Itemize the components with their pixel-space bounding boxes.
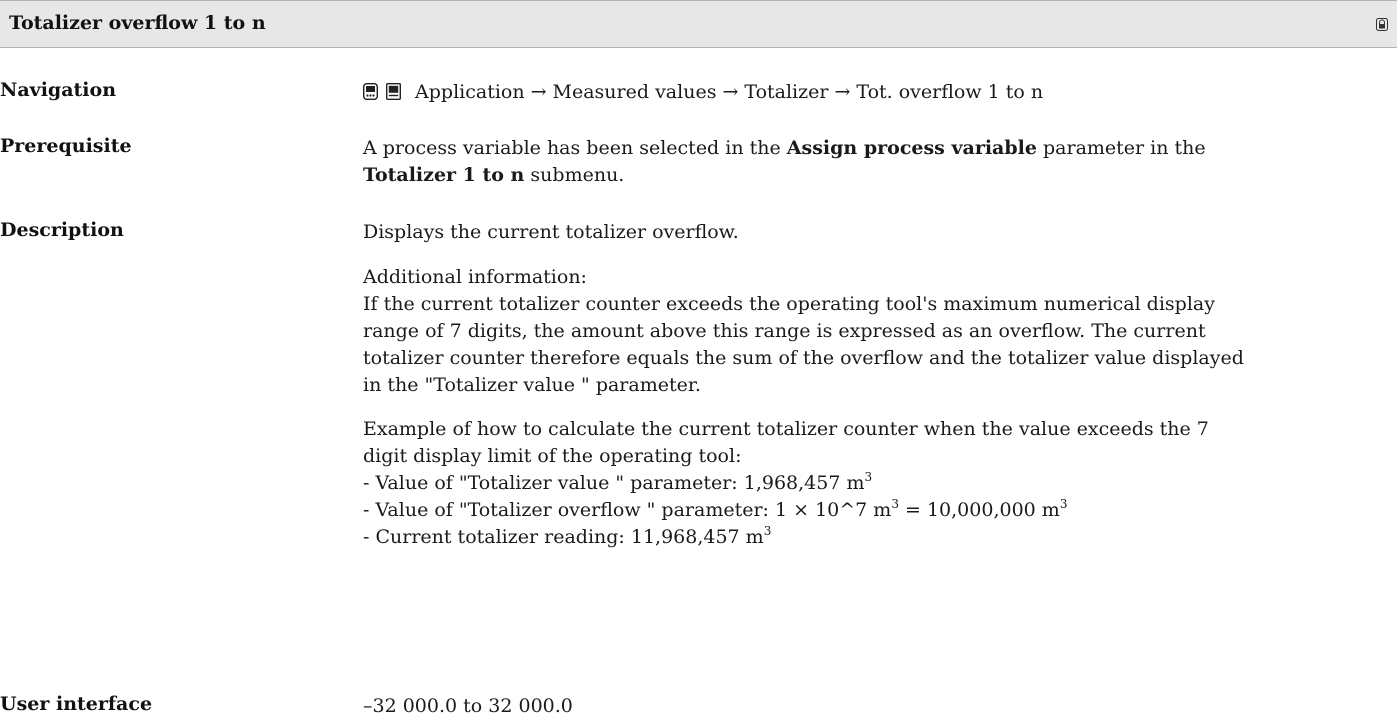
submenu-name: Totalizer 1 to n [363, 164, 525, 186]
superscript: 3 [763, 524, 772, 538]
nav-arrow: → [530, 81, 547, 103]
navigation-path: Application → Measured values → Totalizer → To… [363, 79, 1043, 108]
additional-line: totalizer counter therefore equals the s… [363, 347, 1244, 369]
lock-icon [1376, 18, 1388, 31]
superscript: 3 [1059, 497, 1068, 511]
parameter-name: Assign process variable [786, 137, 1037, 159]
example-item-text: - Current totalizer reading: 11,968,457 … [363, 526, 764, 548]
user-interface-value: –32 000.0 to 32 000.0 [363, 695, 573, 717]
navigation-icons [363, 81, 403, 108]
example-block: Example of how to calculate the current … [363, 416, 1209, 551]
nav-arrow: → [834, 81, 851, 103]
nav-step-1: Application [415, 81, 525, 103]
nav-step-3: Totalizer [744, 81, 829, 103]
example-item-text: - Value of "Totalizer overflow " paramet… [363, 499, 892, 521]
nav-arrow: → [722, 81, 739, 103]
nav-step-4: Tot. overflow 1 to n [856, 81, 1044, 103]
display-icon [363, 83, 378, 100]
user-interface-label: User interface [0, 693, 153, 715]
prerequisite-text: A process variable has been selected in … [363, 135, 1373, 189]
navigation-label: Navigation [0, 79, 117, 101]
additional-information: Additional information: If the current t… [363, 264, 1244, 399]
additional-line: If the current totalizer counter exceeds… [363, 293, 1215, 315]
description-intro: Displays the current totalizer overflow. [363, 221, 739, 243]
prerequisite-text-part: parameter in the [1043, 137, 1206, 159]
example-item: - Value of "Totalizer value " parameter:… [363, 470, 1209, 497]
prerequisite-label: Prerequisite [0, 135, 132, 157]
example-item-text: = 10,000,000 m [898, 499, 1060, 521]
example-item: - Value of "Totalizer overflow " paramet… [363, 497, 1209, 524]
prerequisite-text-part: submenu. [530, 164, 625, 186]
example-item: - Current totalizer reading: 11,968,457 … [363, 524, 1209, 551]
example-line: digit display limit of the operating too… [363, 445, 742, 467]
example-line: Example of how to calculate the current … [363, 418, 1209, 440]
description-label: Description [0, 219, 124, 241]
superscript: 3 [891, 497, 899, 511]
nav-step-2: Measured values [552, 81, 717, 103]
example-item-text: - Value of "Totalizer value " parameter:… [363, 472, 865, 494]
section-header: Totalizer overflow 1 to n [0, 0, 1397, 48]
prerequisite-text-part: A process variable has been selected in … [363, 137, 781, 159]
additional-line: in the "Totalizer value " parameter. [363, 374, 701, 396]
section-title: Totalizer overflow 1 to n [9, 12, 266, 34]
additional-heading: Additional information: [363, 266, 587, 288]
keypad-icon [386, 83, 402, 100]
superscript: 3 [864, 470, 873, 484]
additional-line: range of 7 digits, the amount above this… [363, 320, 1206, 342]
